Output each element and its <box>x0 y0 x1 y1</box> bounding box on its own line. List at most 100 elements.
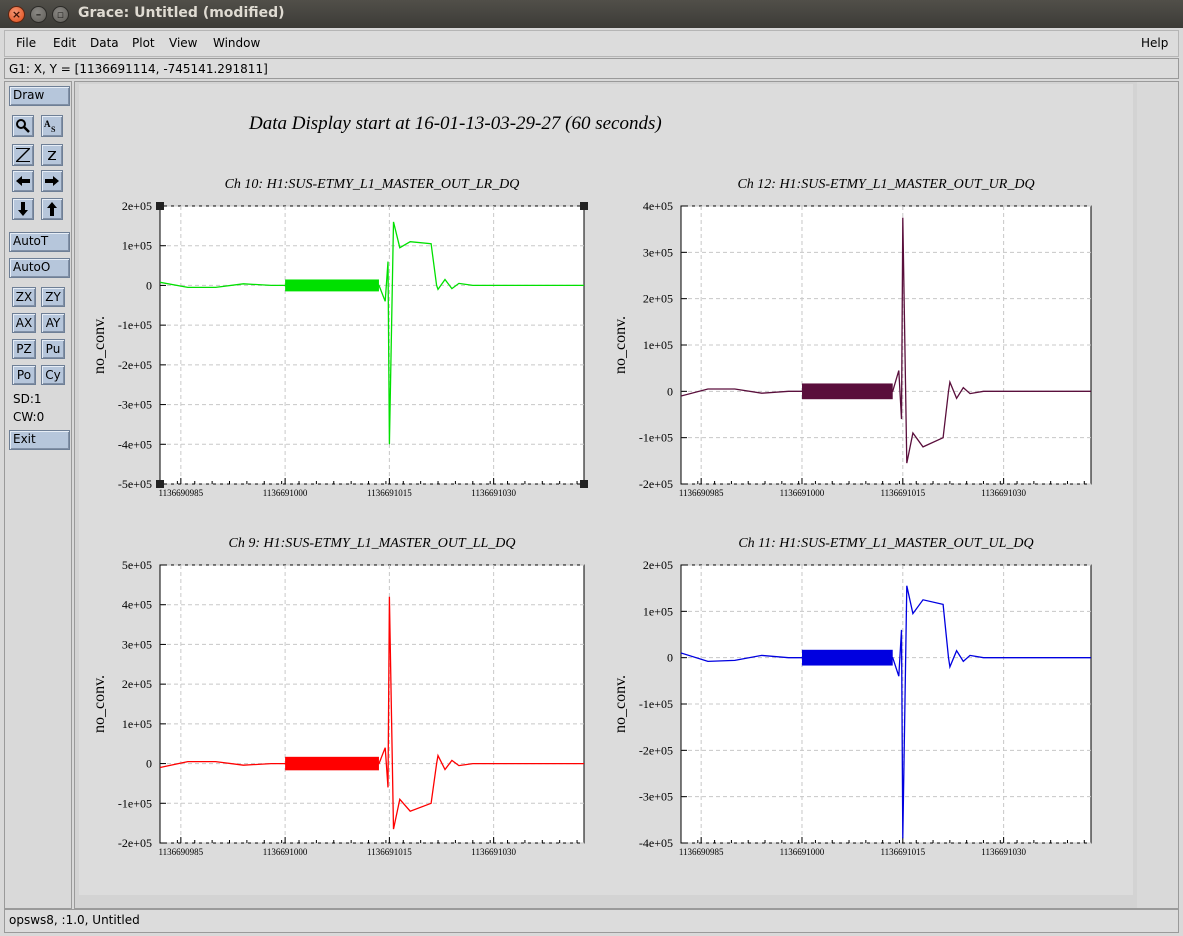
magnifier-icon <box>16 119 30 133</box>
menu-window[interactable]: Window <box>213 36 260 50</box>
plot-svg: Data Display start at 16-01-13-03-29-27 … <box>91 113 1092 857</box>
svg-text:S: S <box>51 125 56 134</box>
y-tick-label: -2e+05 <box>639 743 673 757</box>
x-tick-label: 1136691030 <box>471 847 516 857</box>
maximize-window-button[interactable]: ▫ <box>52 6 69 23</box>
x-tick-label: 1136691015 <box>880 488 925 498</box>
tool-panel: Draw AS AutoT AutoO ZX ZY AX AY PZ Pu Po… <box>4 81 72 909</box>
y-tick-label: -2e+05 <box>118 836 152 850</box>
y-tick-label: 0 <box>146 278 152 292</box>
graph-title: Ch 11: H1:SUS-ETMY_L1_MASTER_OUT_UL_DQ <box>738 536 1033 551</box>
menu-plot[interactable]: Plot <box>132 36 155 50</box>
canvas-margin <box>1137 82 1178 908</box>
draw-button[interactable]: Draw <box>9 86 70 106</box>
push-zoom-button[interactable]: PZ <box>12 339 36 359</box>
menu-bar: File Edit Data Plot View Window Help <box>4 30 1179 57</box>
svg-text:A: A <box>44 119 51 129</box>
zoom-x-button[interactable]: ZX <box>12 287 36 307</box>
y-tick-label: 1e+05 <box>122 239 152 253</box>
close-window-button[interactable]: × <box>8 6 25 23</box>
y-tick-label: 1e+05 <box>643 604 673 618</box>
x-tick-label: 1136690985 <box>159 847 204 857</box>
y-tick-label: 0 <box>667 651 673 665</box>
x-tick-label: 1136691000 <box>263 488 308 498</box>
x-tick-label: 1136691030 <box>981 847 1026 857</box>
scroll-left-button[interactable] <box>12 170 34 192</box>
plot-frame <box>159 564 585 844</box>
y-axis-label: no_conv. <box>612 316 629 374</box>
x-tick-label: 1136691000 <box>780 847 825 857</box>
scroll-right-button[interactable] <box>41 170 63 192</box>
minimize-window-button[interactable]: – <box>30 6 47 23</box>
menu-help[interactable]: Help <box>1141 36 1168 50</box>
x-tick-label: 1136691015 <box>880 847 925 857</box>
app-body: File Edit Data Plot View Window Help G1:… <box>0 28 1183 936</box>
text-icon: AS <box>44 119 56 134</box>
arrow-up-icon <box>47 202 57 216</box>
x-tick-label: 1136691015 <box>367 847 412 857</box>
y-tick-label: -1e+05 <box>118 318 152 332</box>
autoscale-x-button[interactable]: AX <box>12 313 36 333</box>
graph-title: Ch 12: H1:SUS-ETMY_L1_MASTER_OUT_UR_DQ <box>737 177 1034 192</box>
menu-edit[interactable]: Edit <box>53 36 76 50</box>
arrow-down-icon <box>18 202 28 216</box>
y-tick-label: 2e+05 <box>643 558 673 572</box>
x-tick-label: 1136690985 <box>679 847 724 857</box>
zoom-z-large-icon <box>16 148 30 162</box>
graph-1: 4e+05 3e+05 2e+05 1e+05 0 -1e+05 -2e+05 1136690… <box>612 177 1092 498</box>
zoom-button[interactable] <box>12 115 34 137</box>
autoscale-ticks-button[interactable]: AutoT <box>9 232 70 252</box>
y-tick-label: -2e+05 <box>639 477 673 491</box>
selection-handle <box>580 202 588 210</box>
x-tick-label: 1136691015 <box>367 488 412 498</box>
zoom-in-button[interactable] <box>12 144 34 166</box>
canvas-area: Data Display start at 16-01-13-03-29-27 … <box>74 81 1179 909</box>
push-button[interactable]: Pu <box>41 339 65 359</box>
zoom-out-button[interactable] <box>41 144 63 166</box>
y-tick-label: -3e+05 <box>118 398 152 412</box>
selection-handle <box>156 480 164 488</box>
menu-file[interactable]: File <box>16 36 36 50</box>
scroll-up-button[interactable] <box>41 198 63 220</box>
status-bar: opsws8, :1.0, Untitled <box>4 909 1179 933</box>
x-tick-label: 1136690985 <box>679 488 724 498</box>
y-tick-label: 2e+05 <box>122 677 152 691</box>
selection-handle <box>156 202 164 210</box>
y-tick-label: 0 <box>146 757 152 771</box>
y-tick-label: 4e+05 <box>643 199 673 213</box>
menu-view[interactable]: View <box>169 36 197 50</box>
y-tick-label: -5e+05 <box>118 477 152 491</box>
y-tick-label: 3e+05 <box>643 245 673 259</box>
x-tick-label: 1136690985 <box>159 488 204 498</box>
autoscale-y-button[interactable]: AY <box>41 313 65 333</box>
menu-data[interactable]: Data <box>90 36 119 50</box>
y-tick-label: 4e+05 <box>122 598 152 612</box>
y-tick-label: -1e+05 <box>639 697 673 711</box>
cycle-button[interactable]: Cy <box>41 365 65 385</box>
locator-bar: G1: X, Y = [1136691114, -745141.291811] <box>4 58 1179 79</box>
selection-handle <box>580 480 588 488</box>
y-tick-label: -4e+05 <box>118 437 152 451</box>
y-tick-label: -1e+05 <box>639 431 673 445</box>
zoom-z-small-icon <box>48 151 56 160</box>
y-tick-label: -2e+05 <box>118 358 152 372</box>
y-tick-label: -3e+05 <box>639 790 673 804</box>
current-world-label: CW:0 <box>13 410 45 424</box>
y-tick-label: -4e+05 <box>639 836 673 850</box>
zoom-y-button[interactable]: ZY <box>41 287 65 307</box>
y-axis-label: no_conv. <box>91 675 108 733</box>
graph-2: 5e+05 4e+05 3e+05 2e+05 1e+05 0 -1e+05 -2e+05 11… <box>91 536 585 857</box>
graph-title: Ch 10: H1:SUS-ETMY_L1_MASTER_OUT_LR_DQ <box>225 177 520 192</box>
title-bar: × – ▫ Grace: Untitled (modified) <box>0 0 1183 28</box>
x-tick-label: 1136691000 <box>780 488 825 498</box>
scroll-down-button[interactable] <box>12 198 34 220</box>
arrow-left-icon <box>16 176 30 186</box>
exit-button[interactable]: Exit <box>9 430 70 450</box>
page-title: Data Display start at 16-01-13-03-29-27 … <box>248 113 662 134</box>
autoscale-on-button[interactable]: AutoO <box>9 258 70 278</box>
y-tick-label: 5e+05 <box>122 558 152 572</box>
pop-button[interactable]: Po <box>12 365 36 385</box>
plot-canvas[interactable]: Data Display start at 16-01-13-03-29-27 … <box>79 84 1133 895</box>
text-tool-button[interactable]: AS <box>41 115 63 137</box>
graph-3: 2e+05 1e+05 0 -1e+05 -2e+05 -3e+05 -4e+05 11366… <box>612 536 1092 857</box>
